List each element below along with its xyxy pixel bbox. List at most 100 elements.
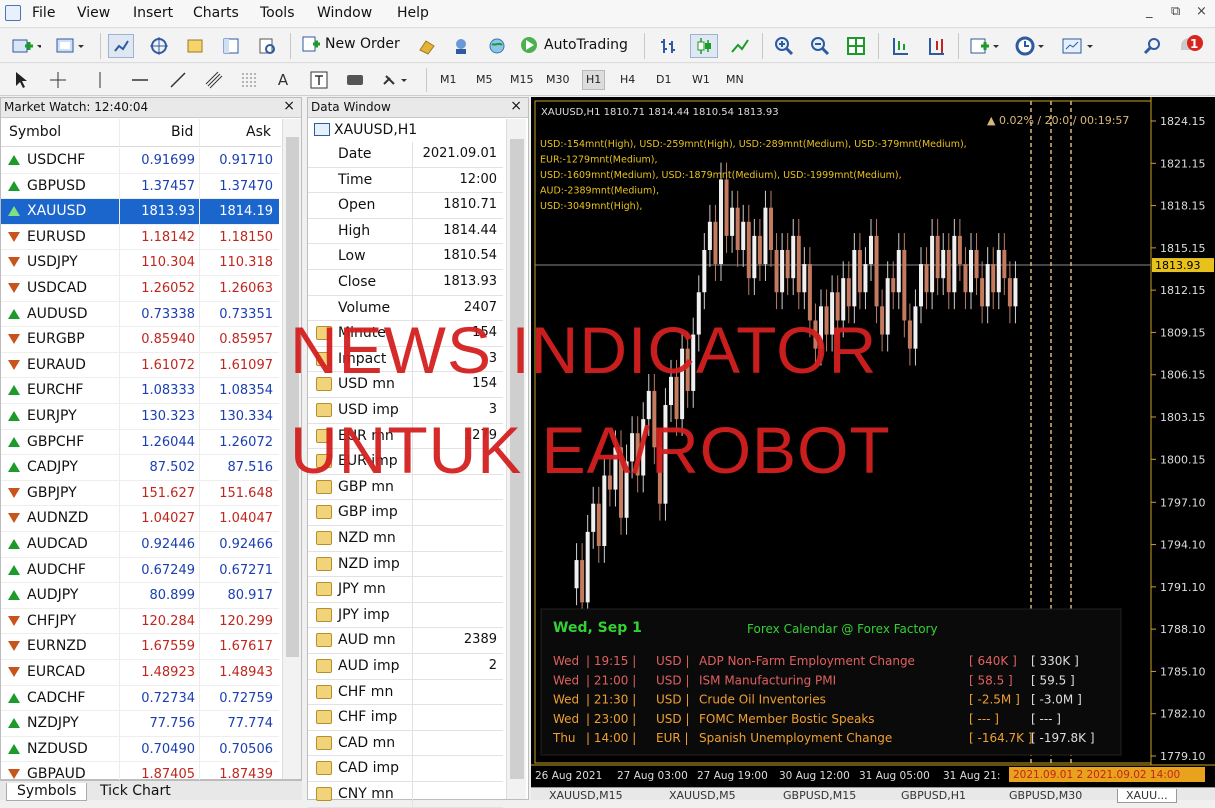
market-watch-row[interactable]: EURAUD 1.61072 1.61097	[1, 352, 279, 379]
candle-body	[996, 249, 1001, 293]
signals-icon[interactable]	[448, 34, 474, 58]
horizontal-line-icon[interactable]	[126, 68, 154, 92]
market-icon[interactable]	[484, 34, 510, 58]
tf-h4[interactable]: H4	[620, 73, 635, 86]
chart-tab[interactable]: XAUUSD,M15	[541, 789, 631, 802]
minimize-button[interactable]: _	[1146, 4, 1153, 19]
zoom-out-icon[interactable]	[806, 34, 834, 58]
vertical-line-icon[interactable]	[90, 68, 110, 92]
search-icon[interactable]	[1140, 34, 1166, 58]
col-ask[interactable]: Ask	[246, 124, 271, 140]
line-chart-icon[interactable]	[726, 34, 754, 58]
market-watch-row[interactable]: CADJPY 87.502 87.516	[1, 455, 279, 481]
market-watch-row[interactable]: AUDUSD 0.73338 0.73351	[1, 301, 279, 328]
close-button[interactable]: ×	[1196, 4, 1207, 19]
candle-body	[585, 531, 590, 603]
menu-charts[interactable]: Charts	[193, 5, 239, 21]
menu-window[interactable]: Window	[317, 5, 372, 21]
navigator-icon[interactable]	[146, 34, 172, 58]
chart-shift-icon[interactable]	[922, 34, 950, 58]
market-watch-row[interactable]: USDCAD 1.26052 1.26063	[1, 276, 279, 302]
market-watch-row[interactable]: AUDJPY 80.899 80.917	[1, 583, 279, 609]
autotrading-button[interactable]: AutoTrading	[518, 35, 628, 55]
market-watch-row[interactable]: XAUUSD 1813.93 1814.19	[1, 199, 279, 225]
bar-chart-icon[interactable]	[654, 34, 682, 58]
candle-body	[891, 278, 896, 293]
market-watch-row[interactable]: EURNZD 1.67559 1.67617	[1, 634, 279, 660]
market-watch-row[interactable]: EURJPY 130.323 130.334	[1, 404, 279, 430]
market-watch-row[interactable]: GBPUSD 1.37457 1.37470	[1, 173, 279, 200]
market-watch-row[interactable]: EURGBP 0.85940 0.85957	[1, 327, 279, 353]
channel-icon[interactable]	[200, 68, 228, 92]
tf-d1[interactable]: D1	[656, 73, 671, 86]
tf-m1[interactable]: M1	[440, 73, 457, 86]
bid-price: 1.26052	[141, 281, 195, 296]
auto-scroll-icon[interactable]	[886, 34, 914, 58]
market-watch-row[interactable]: CADCHF 0.72734 0.72759	[1, 685, 279, 712]
app-icon[interactable]	[5, 5, 21, 21]
templates-icon[interactable]	[1058, 34, 1098, 58]
new-order-button[interactable]: New Order	[301, 35, 400, 53]
tab-tick-chart[interactable]: Tick Chart	[90, 783, 181, 801]
market-watch-row[interactable]: NZDJPY 77.756 77.774	[1, 711, 279, 737]
market-watch-row[interactable]: EURCHF 1.08333 1.08354	[1, 378, 279, 404]
profiles-icon[interactable]	[52, 34, 88, 58]
market-watch-icon[interactable]	[108, 34, 134, 58]
arrows-icon[interactable]	[378, 68, 414, 92]
market-watch-row[interactable]: GBPJPY 151.627 151.648	[1, 480, 279, 507]
trendline-icon[interactable]	[164, 68, 192, 92]
crosshair-icon[interactable]	[44, 68, 72, 92]
market-watch-row[interactable]: GBPCHF 1.26044 1.26072	[1, 429, 279, 456]
fibonacci-icon[interactable]	[236, 68, 264, 92]
text-icon[interactable]: A	[272, 68, 294, 92]
col-symbol[interactable]: Symbol	[9, 124, 61, 140]
market-watch-scroll-thumb[interactable]	[286, 137, 299, 657]
data-window-icon[interactable]	[254, 34, 280, 58]
terminal-icon[interactable]	[182, 34, 208, 58]
tf-m5[interactable]: M5	[476, 73, 493, 86]
indicators-icon[interactable]	[966, 34, 1002, 58]
chart-tab[interactable]: GBPUSD,H1	[893, 789, 974, 802]
strategy-tester-icon[interactable]	[218, 34, 244, 58]
menu-file[interactable]: File	[32, 5, 55, 21]
market-watch-row[interactable]: USDJPY 110.304 110.318	[1, 250, 279, 276]
market-watch-row[interactable]: NZDUSD 0.70490 0.70506	[1, 736, 279, 763]
menu-insert[interactable]: Insert	[133, 5, 173, 21]
chart-tab[interactable]: XAUUSD,M5	[661, 789, 744, 802]
chart-tab-active[interactable]: XAUU...	[1117, 789, 1177, 803]
tf-m15[interactable]: M15	[510, 73, 534, 86]
market-watch-close-icon[interactable]: ×	[283, 98, 295, 114]
col-bid[interactable]: Bid	[171, 124, 193, 140]
menu-help[interactable]: Help	[397, 5, 429, 21]
tab-symbols[interactable]: Symbols	[6, 783, 88, 801]
chart-tab[interactable]: GBPUSD,M30	[1001, 789, 1090, 802]
tf-m30[interactable]: M30	[546, 73, 570, 86]
market-watch-row[interactable]: AUDCAD 0.92446 0.92466	[1, 532, 279, 558]
menu-view[interactable]: View	[77, 5, 110, 21]
new-chart-icon[interactable]	[8, 34, 44, 58]
market-watch-row[interactable]: EURCAD 1.48923 1.48943	[1, 660, 279, 686]
price-up-icon	[8, 155, 20, 165]
market-watch-row[interactable]: AUDNZD 1.04027 1.04047	[1, 506, 279, 532]
market-watch-row[interactable]: AUDCHF 0.67249 0.67271	[1, 557, 279, 584]
chart-tab[interactable]: GBPUSD,M15	[775, 789, 864, 802]
data-window-close-icon[interactable]: ×	[510, 98, 522, 114]
gold-icon[interactable]	[414, 34, 440, 58]
ask-price: 0.73351	[219, 306, 273, 322]
tile-windows-icon[interactable]	[842, 34, 870, 58]
text-label-icon[interactable]	[306, 68, 332, 92]
restore-button[interactable]: ⧉	[1171, 4, 1180, 19]
cursor-icon[interactable]	[10, 68, 32, 92]
zoom-in-icon[interactable]	[770, 34, 798, 58]
market-watch-row[interactable]: EURUSD 1.18142 1.18150	[1, 224, 279, 251]
candlestick-icon[interactable]	[690, 34, 718, 58]
market-watch-row[interactable]: CHFJPY 120.284 120.299	[1, 608, 279, 635]
label-icon[interactable]	[342, 68, 368, 92]
notifications-icon[interactable]: 1	[1176, 32, 1206, 60]
tf-h1[interactable]: H1	[582, 70, 606, 90]
market-watch-row[interactable]: USDCHF 0.91699 0.91710	[1, 148, 279, 174]
tf-mn[interactable]: MN	[726, 73, 744, 86]
menu-tools[interactable]: Tools	[260, 5, 295, 21]
tf-w1[interactable]: W1	[692, 73, 710, 86]
periods-icon[interactable]	[1012, 34, 1048, 58]
